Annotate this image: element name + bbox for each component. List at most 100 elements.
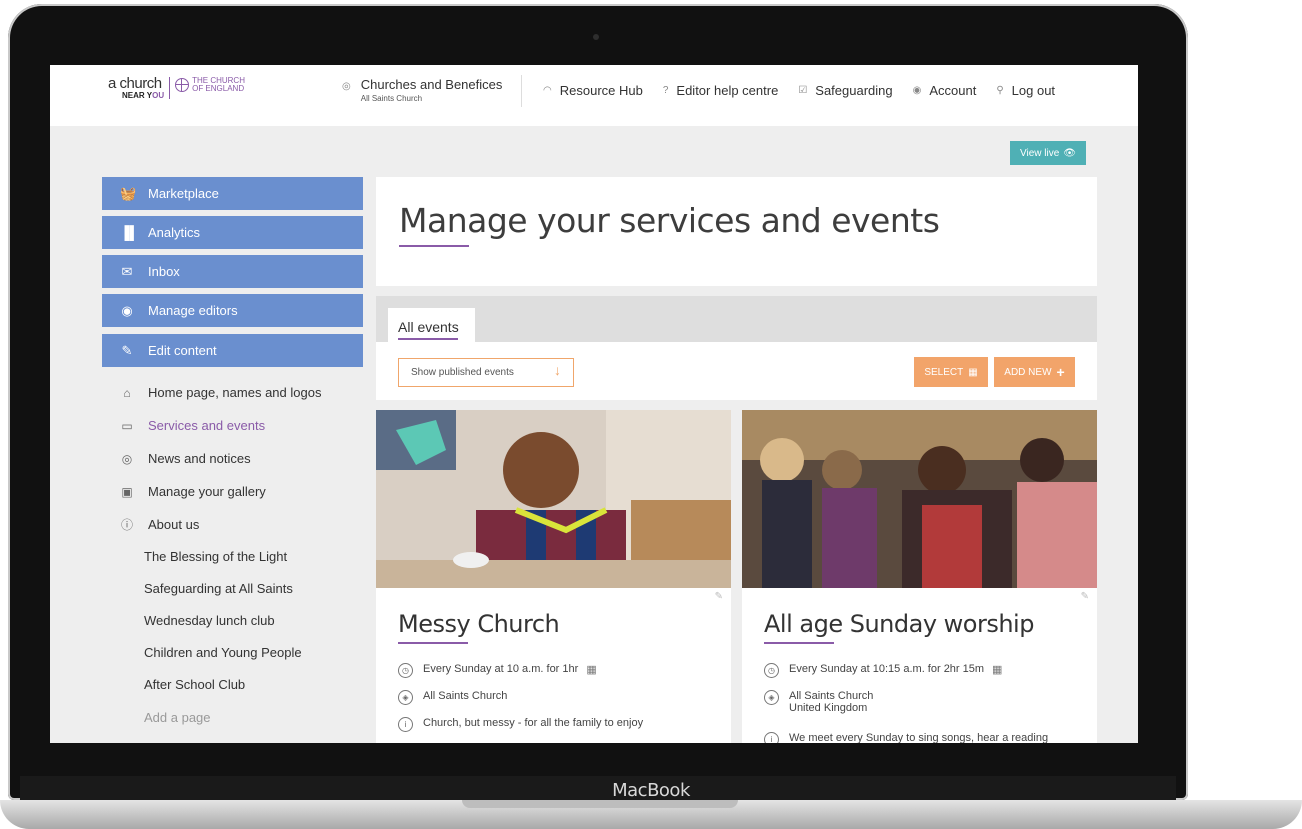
eye-icon: 👁 <box>1063 147 1076 159</box>
tab-all-events[interactable]: All events <box>388 308 475 342</box>
screen: a church NEAR YOU THE CHURCH OF ENGLAND … <box>50 65 1138 743</box>
nav-account[interactable]: ◉ Account <box>913 83 977 98</box>
logo-text-near-you: NEAR YOU <box>122 91 164 100</box>
sidebar-btn-label: Analytics <box>148 225 201 240</box>
location-line-1: All Saints Church <box>789 690 874 702</box>
coe-line-2: OF ENGLAND <box>192 84 245 93</box>
event-image-congregation-hug <box>742 410 1097 588</box>
coe-cross-icon <box>175 78 190 92</box>
logo-text-a-church: a church <box>108 75 162 92</box>
location-line-2: United Kingdom <box>789 702 868 714</box>
location-icon: ◎ <box>342 81 351 92</box>
event-card-messy-church[interactable]: ✎ Messy Church ◷ Every Sunday at 10 a.m. … <box>376 410 731 743</box>
info-icon: ⓘ <box>120 518 133 532</box>
home-icon: ⌂ <box>123 385 131 400</box>
sidebar-btn-label: Inbox <box>148 264 180 279</box>
sidebar-btn-analytics[interactable]: ▐▌ Analytics <box>102 216 363 249</box>
nav-label: Account <box>929 83 977 98</box>
church-selector-subtitle: All Saints Church <box>360 94 423 103</box>
sidebar-btn-label: Manage editors <box>148 303 238 318</box>
add-new-label: ADD NEW <box>1004 366 1052 378</box>
church-selector[interactable]: ◎ Churches and Benefices All Saints Chur… <box>342 77 502 103</box>
church-selector-title: Churches and Benefices <box>360 77 503 92</box>
logo-near-text: NEAR Y <box>122 91 153 100</box>
nav-log-out[interactable]: ⚲ Log out <box>996 83 1055 98</box>
plus-icon: + <box>1056 364 1065 380</box>
sidebar-item-home-page[interactable]: ⌂ Home page, names and logos <box>120 385 321 400</box>
sidebar-btn-label: Marketplace <box>148 186 219 201</box>
nav-editor-help-centre[interactable]: ? Editor help centre <box>663 83 778 98</box>
sidebar-btn-label: Edit content <box>148 343 217 358</box>
add-new-button[interactable]: ADD NEW + <box>994 357 1075 387</box>
sidebar-btn-edit-content[interactable]: ✎ Edit content <box>102 334 363 367</box>
arrow-down-icon: ↓ <box>554 362 561 378</box>
tab-label: All events <box>398 319 459 335</box>
event-location: ◈ All Saints Church <box>398 690 507 705</box>
info-icon: i <box>398 717 413 732</box>
location-text: All Saints Church <box>423 690 508 702</box>
sidebar-item-manage-gallery[interactable]: ▣ Manage your gallery <box>120 484 266 499</box>
title-underline <box>399 245 469 247</box>
event-title: All age Sunday worship <box>764 610 1034 638</box>
calendar-icon: ▭ <box>121 418 133 433</box>
tab-underline <box>398 338 458 340</box>
event-schedule: ◷ Every Sunday at 10:15 a.m. for 2hr 15m ▦ <box>764 663 1002 678</box>
sidebar-item-services-and-events[interactable]: ▭ Services and events <box>120 418 265 433</box>
check-square-icon: ☑ <box>798 85 808 96</box>
sidebar-page-link[interactable]: Safeguarding at All Saints <box>144 581 293 596</box>
gallery-icon: ▣ <box>121 484 133 499</box>
nav-label: Log out <box>1011 83 1056 98</box>
nav-resource-hub[interactable]: ◠ Resource Hub <box>543 83 643 98</box>
sidebar-page-link[interactable]: Wednesday lunch club <box>144 613 275 628</box>
sidebar-btn-manage-editors[interactable]: ◉ Manage editors <box>102 294 363 327</box>
header-divider <box>521 75 522 107</box>
sidebar-item-news-and-notices[interactable]: ◎ News and notices <box>120 451 251 466</box>
compass-icon: ◈ <box>398 690 413 705</box>
bar-chart-icon: ▐▌ <box>120 225 139 240</box>
clock-icon: ◷ <box>764 663 779 678</box>
nav-label: Resource Hub <box>559 83 643 98</box>
description-text: We meet every Sunday to sing songs, hear… <box>789 732 1049 743</box>
schedule-text: Every Sunday at 10 a.m. for 1hr <box>423 663 579 675</box>
sidebar-page-link[interactable]: Children and Young People <box>144 645 302 660</box>
select-button[interactable]: SELECT ▦ <box>914 357 988 387</box>
add-to-calendar-icon[interactable]: ▦ <box>992 663 1002 676</box>
published-filter-select[interactable]: Show published events ↓ <box>398 358 574 387</box>
envelope-icon: ✉ <box>121 263 133 279</box>
site-logo[interactable]: a church NEAR YOU THE CHURCH OF ENGLAND <box>108 75 245 103</box>
boy-crafting-photo <box>376 410 731 588</box>
add-to-calendar-icon[interactable]: ▦ <box>586 663 596 676</box>
sidebar-item-label: Services and events <box>148 418 266 433</box>
add-page-link[interactable]: Add a page <box>144 710 211 725</box>
sidebar-page-link[interactable]: After School Club <box>144 677 245 692</box>
coe-logo: THE CHURCH OF ENGLAND <box>175 77 245 93</box>
nav-label: Safeguarding <box>815 83 893 98</box>
nav-safeguarding[interactable]: ☑ Safeguarding <box>798 83 892 98</box>
broadcast-icon: ◎ <box>121 451 133 466</box>
view-live-button[interactable]: View live 👁 <box>1010 141 1086 165</box>
tab-strip: All events <box>376 296 1097 342</box>
top-nav: ◠ Resource Hub ? Editor help centre ☑ Safeg… <box>543 83 1055 98</box>
edit-pencil-icon[interactable]: ✎ <box>1081 591 1089 602</box>
pencil-icon: ✎ <box>121 342 133 358</box>
nav-label: Editor help centre <box>676 83 779 98</box>
sidebar-btn-inbox[interactable]: ✉ Inbox <box>102 255 363 288</box>
event-card-all-age-sunday-worship[interactable]: ✎ All age Sunday worship ◷ Every Sunday a… <box>742 410 1097 743</box>
compass-icon: ◈ <box>764 690 779 705</box>
logo-you-text: OU <box>152 91 165 100</box>
sidebar-item-label: Manage your gallery <box>148 484 266 499</box>
signal-icon: ◠ <box>543 85 552 96</box>
clock-icon: ◷ <box>398 663 413 678</box>
event-title-underline <box>398 642 468 644</box>
event-location: ◈ All Saints Church United Kingdom <box>764 690 873 714</box>
event-title-underline <box>764 642 834 644</box>
key-icon: ⚲ <box>996 85 1004 96</box>
edit-pencil-icon[interactable]: ✎ <box>715 591 723 602</box>
congregation-hug-photo <box>742 410 1097 588</box>
user-icon: ◉ <box>912 85 922 96</box>
event-description: i Church, but messy - for all the family … <box>398 717 643 732</box>
sidebar-item-about-us[interactable]: ⓘ About us <box>120 516 199 533</box>
sidebar-page-link[interactable]: The Blessing of the Light <box>144 549 287 564</box>
page-title: Manage your services and events <box>399 201 940 240</box>
sidebar-btn-marketplace[interactable]: 🧺 Marketplace <box>102 177 363 210</box>
